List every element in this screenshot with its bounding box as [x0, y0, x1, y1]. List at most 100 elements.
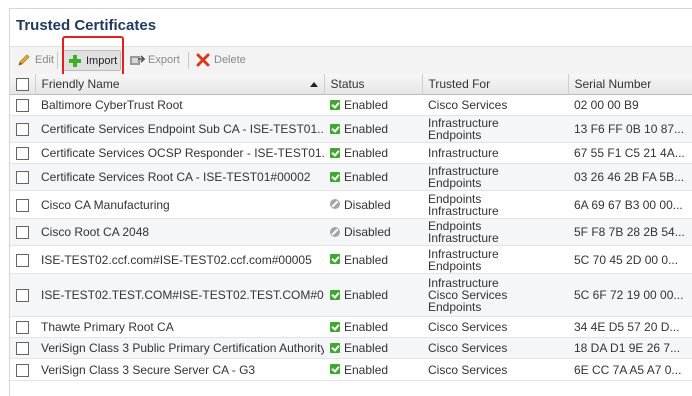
delete-button[interactable]: Delete: [195, 51, 246, 69]
status-text: Enabled: [344, 320, 389, 334]
export-button[interactable]: Export: [129, 51, 180, 69]
status-text: Enabled: [344, 146, 389, 160]
table-row[interactable]: Certificate Services Endpoint Sub CA - I…: [10, 115, 692, 143]
friendly-name-cell[interactable]: Cisco CA Manufacturing: [35, 190, 324, 219]
status-text: Enabled: [344, 122, 389, 136]
status-text: Disabled: [344, 225, 391, 239]
row-checkbox[interactable]: [16, 289, 29, 303]
row-checkbox[interactable]: [16, 226, 29, 240]
row-select-cell: [10, 218, 35, 246]
serial-number-cell: 6A 69 67 B3 00 00...: [568, 190, 692, 219]
trusted-for-item: Cisco Services: [428, 362, 508, 377]
serial-number-cell: 5F F8 7B 28 2B 54...: [568, 218, 692, 246]
table-row[interactable]: ISE-TEST02.ccf.com#ISE-TEST02.ccf.com#00…: [10, 245, 692, 274]
friendly-name-cell[interactable]: Thawte Primary Root CA: [35, 316, 324, 338]
row-checkbox[interactable]: [16, 171, 29, 185]
table-row[interactable]: Baltimore CyberTrust Root Enabled Cisco Se…: [10, 94, 692, 116]
toolbar-divider: [188, 52, 189, 69]
status-cell: Enabled: [324, 273, 422, 317]
header-serial-number[interactable]: Serial Number: [568, 74, 692, 95]
enabled-check-icon: [330, 123, 340, 134]
row-select-cell: [10, 316, 35, 338]
trusted-for-item: Infrastructure: [428, 246, 499, 261]
edit-label: Edit: [35, 54, 54, 66]
trusted-for-item: Endpoints: [428, 258, 482, 273]
row-select-cell: [10, 337, 35, 359]
status-cell: Enabled: [324, 142, 422, 164]
header-friendly-name[interactable]: Friendly Name: [35, 74, 325, 95]
edit-button[interactable]: Edit: [16, 51, 54, 69]
serial-number-cell: 03 26 46 2B FA 5B...: [568, 163, 692, 191]
row-select-cell: [10, 163, 35, 191]
table-row[interactable]: Cisco CA Manufacturing Disabled Endpoints I…: [10, 190, 692, 219]
status-cell: Enabled: [324, 94, 422, 116]
friendly-name-cell[interactable]: Certificate Services OCSP Responder - IS…: [35, 142, 324, 164]
enabled-check-icon: [330, 364, 340, 375]
trusted-for-item: Infrastructure: [428, 231, 499, 245]
disabled-icon: [330, 199, 340, 210]
enabled-check-icon: [330, 321, 340, 332]
trusted-certificates-panel: Trusted Certificates Edit Import Export: [9, 8, 692, 396]
sort-ascending-icon: [309, 82, 318, 87]
table-row[interactable]: Thawte Primary Root CA Enabled Cisco Servi…: [10, 316, 692, 338]
friendly-name-cell[interactable]: Cisco Root CA 2048: [35, 218, 324, 246]
trusted-for-item: Infrastructure: [428, 203, 499, 218]
table-row[interactable]: Cisco Root CA 2048 Disabled Endpoints Infra…: [10, 218, 692, 246]
friendly-name-cell[interactable]: VeriSign Class 3 Public Primary Certific…: [35, 337, 324, 359]
table-row[interactable]: VeriSign Class 3 Secure Server CA - G3 En…: [10, 358, 692, 381]
row-checkbox[interactable]: [16, 253, 29, 267]
row-checkbox[interactable]: [16, 147, 29, 161]
friendly-name-cell[interactable]: ISE-TEST02.TEST.COM#ISE-TEST02.TEST.COM#…: [35, 273, 324, 317]
status-cell: Enabled: [324, 245, 422, 274]
row-checkbox[interactable]: [16, 321, 29, 335]
table-header-row: Friendly Name Status Trusted For Serial …: [10, 74, 692, 95]
row-checkbox[interactable]: [16, 342, 29, 356]
status-cell: Enabled: [324, 163, 422, 191]
friendly-name-cell[interactable]: VeriSign Class 3 Secure Server CA - G3: [35, 358, 324, 381]
friendly-name-cell[interactable]: Baltimore CyberTrust Root: [35, 94, 324, 116]
status-text: Enabled: [344, 170, 389, 184]
status-text: Disabled: [344, 197, 391, 212]
select-all-header: [10, 74, 36, 95]
select-all-checkbox[interactable]: [16, 78, 29, 92]
trusted-for-cell: Cisco Services: [422, 358, 568, 381]
status-text: Enabled: [344, 288, 389, 302]
trusted-for-item: Endpoints: [428, 191, 482, 206]
trusted-for-cell: Cisco Services: [422, 94, 568, 116]
delete-label: Delete: [214, 54, 246, 66]
status-text: Enabled: [344, 252, 389, 267]
row-select-cell: [10, 245, 35, 274]
serial-number-cell: 5C 6F 72 19 00 00...: [568, 273, 692, 317]
row-checkbox[interactable]: [16, 198, 29, 212]
trusted-for-item: Cisco Services: [428, 341, 508, 355]
row-checkbox[interactable]: [16, 99, 29, 113]
header-status[interactable]: Status: [324, 74, 423, 95]
table-row[interactable]: Certificate Services Root CA - ISE-TEST0…: [10, 163, 692, 191]
status-text: Enabled: [344, 98, 389, 112]
serial-number-cell: 5C 70 45 2D 00 0...: [568, 245, 692, 274]
row-select-cell: [10, 94, 35, 116]
table-row[interactable]: ISE-TEST02.TEST.COM#ISE-TEST02.TEST.COM#…: [10, 273, 692, 317]
row-checkbox[interactable]: [16, 363, 29, 377]
row-checkbox[interactable]: [16, 123, 29, 137]
trusted-for-cell: Infrastructure Endpoints: [422, 245, 568, 274]
serial-number-cell: 13 F6 FF 0B 10 87...: [568, 115, 692, 143]
serial-number-cell: 67 55 F1 C5 21 4A...: [568, 142, 692, 164]
friendly-name-cell[interactable]: ISE-TEST02.ccf.com#ISE-TEST02.ccf.com#00…: [35, 245, 324, 274]
header-trusted-for[interactable]: Trusted For: [422, 74, 569, 95]
friendly-name-cell[interactable]: Certificate Services Endpoint Sub CA - I…: [35, 115, 324, 143]
table-row[interactable]: VeriSign Class 3 Public Primary Certific…: [10, 337, 692, 359]
row-select-cell: [10, 115, 35, 143]
table-row[interactable]: Certificate Services OCSP Responder - IS…: [10, 142, 692, 164]
enabled-check-icon: [330, 342, 340, 353]
trusted-for-item: Infrastructure: [428, 146, 499, 160]
trusted-for-item: Cisco Services: [428, 320, 508, 334]
serial-number-cell: 34 4E D5 57 20 D...: [568, 316, 692, 338]
status-text: Enabled: [344, 341, 389, 355]
trusted-for-cell: Infrastructure Cisco Services Endpoints: [422, 273, 568, 317]
enabled-check-icon: [330, 147, 340, 158]
export-label: Export: [148, 54, 180, 66]
friendly-name-cell[interactable]: Certificate Services Root CA - ISE-TEST0…: [35, 163, 324, 191]
status-cell: Disabled: [324, 218, 422, 246]
toolbar-divider: [57, 52, 58, 69]
